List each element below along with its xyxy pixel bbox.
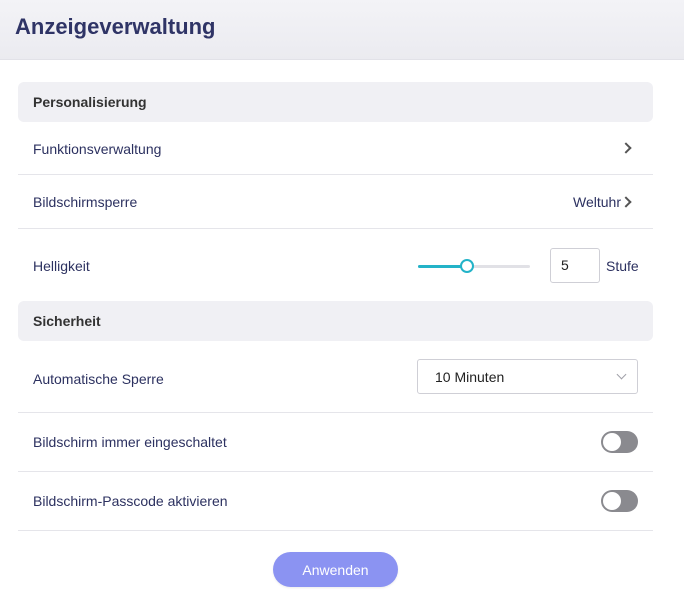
section-sicherheit: Sicherheit [18, 301, 653, 341]
immer-eingeschaltet-row: Bildschirm immer eingeschaltet [18, 413, 653, 472]
always-on-toggle[interactable] [601, 431, 638, 453]
section-personalisierung: Personalisierung [18, 82, 653, 122]
section-title: Personalisierung [33, 94, 147, 110]
toggle-knob [603, 492, 621, 510]
chevron-right-icon [620, 142, 632, 154]
apply-button[interactable]: Anwenden [273, 552, 398, 587]
passcode-label: Bildschirm-Passcode aktivieren [33, 493, 228, 509]
brightness-level-input[interactable]: 5 [550, 248, 600, 283]
helligkeit-row: Helligkeit 5 Stufe [18, 229, 653, 301]
toggle-knob [603, 433, 621, 451]
helligkeit-label: Helligkeit [33, 258, 90, 274]
section-title: Sicherheit [33, 313, 101, 329]
bildschirmsperre-row[interactable]: Bildschirmsperre Weltuhr [18, 175, 653, 229]
immer-eingeschaltet-label: Bildschirm immer eingeschaltet [33, 434, 227, 450]
brightness-slider-thumb[interactable] [460, 259, 475, 273]
brightness-unit-label: Stufe [606, 258, 639, 274]
bildschirmsperre-label: Bildschirmsperre [33, 194, 138, 210]
automatische-sperre-row: Automatische Sperre 10 Minuten [18, 346, 653, 413]
brightness-slider[interactable] [418, 259, 530, 273]
auto-lock-selected-value: 10 Minuten [435, 369, 505, 385]
passcode-toggle[interactable] [601, 490, 638, 512]
bildschirmsperre-value: Weltuhr [573, 194, 621, 210]
automatische-sperre-label: Automatische Sperre [33, 371, 164, 387]
page-header: Anzeigeverwaltung [0, 0, 684, 60]
passcode-row: Bildschirm-Passcode aktivieren [18, 472, 653, 531]
auto-lock-select[interactable]: 10 Minuten [417, 359, 638, 394]
chevron-right-icon [620, 196, 632, 208]
page-title: Anzeigeverwaltung [15, 14, 216, 39]
funktionsverwaltung-label: Funktionsverwaltung [33, 141, 162, 157]
funktionsverwaltung-row[interactable]: Funktionsverwaltung [18, 122, 653, 175]
chevron-down-icon [616, 369, 627, 380]
